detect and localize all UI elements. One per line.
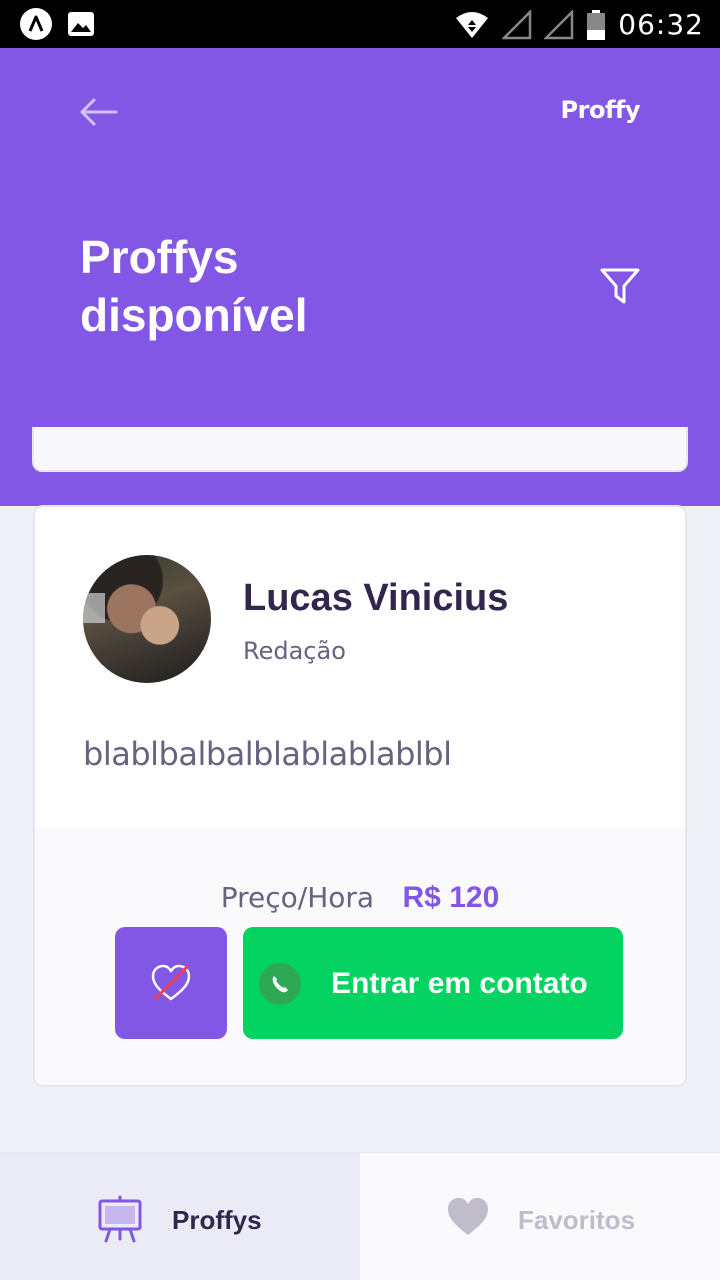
status-time: 06:32 xyxy=(618,8,704,41)
brand-logo: Proffy xyxy=(560,96,641,124)
battery-icon xyxy=(587,9,606,40)
teacher-name: Lucas Vinicius xyxy=(243,577,509,619)
status-bar: 06:32 xyxy=(0,0,720,48)
teacher-bio: blablbalbalblablablablbl xyxy=(83,735,452,773)
filter-panel xyxy=(32,427,688,472)
back-button[interactable] xyxy=(76,92,120,132)
signal-icon xyxy=(502,9,532,39)
bottom-tab-bar: Proffys Favoritos xyxy=(0,1152,720,1280)
heart-icon xyxy=(448,1198,488,1235)
contact-label: Entrar em contato xyxy=(331,967,588,1000)
signal-icon xyxy=(544,9,574,39)
unfavorite-button[interactable] xyxy=(115,927,227,1039)
filter-icon xyxy=(600,268,640,304)
wifi-icon xyxy=(456,11,489,38)
avatar xyxy=(83,555,211,683)
filter-button[interactable] xyxy=(598,264,642,308)
arrow-left-icon xyxy=(80,98,118,126)
teacher-card: Lucas Vinicius Redação blablbalbalblabla… xyxy=(33,505,687,1087)
app-notification-icon xyxy=(20,8,52,40)
tab-proffys[interactable]: Proffys xyxy=(0,1153,360,1280)
card-footer: Preço/Hora R$ 120 Entrar em contato xyxy=(35,827,685,1085)
image-notification-icon xyxy=(68,12,94,36)
contact-button[interactable]: Entrar em contato xyxy=(243,927,623,1039)
heart-outline-crossed-icon xyxy=(151,964,191,1001)
tab-label-favoritos: Favoritos xyxy=(518,1205,636,1235)
page-title: Proffys disponível xyxy=(80,231,308,341)
tab-label-proffys: Proffys xyxy=(172,1205,262,1235)
whatsapp-icon xyxy=(259,963,301,1005)
tab-favoritos[interactable]: Favoritos xyxy=(360,1153,720,1280)
teacher-subject: Redação xyxy=(243,637,346,665)
price-row: Preço/Hora R$ 120 xyxy=(35,881,685,915)
price-value: R$ 120 xyxy=(402,881,500,914)
easel-icon xyxy=(98,1195,142,1243)
price-label: Preço/Hora xyxy=(220,881,375,914)
